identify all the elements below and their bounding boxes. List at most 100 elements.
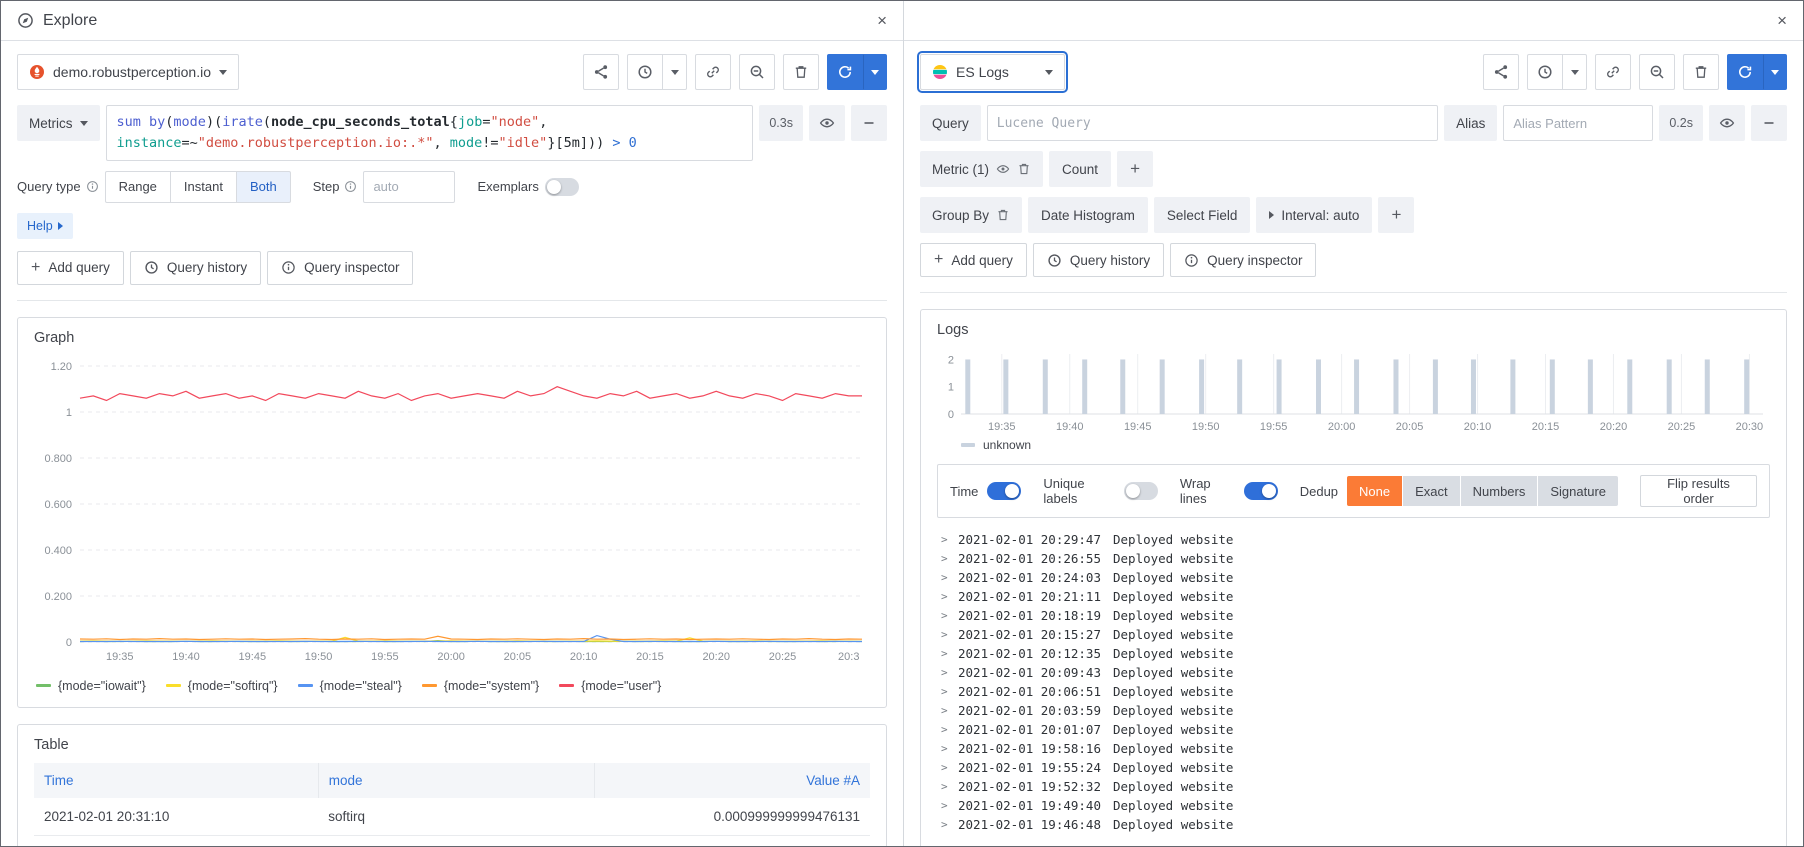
info-circle-icon [281, 260, 296, 275]
wrap-lines-toggle[interactable] [1244, 482, 1278, 500]
query-type-instant[interactable]: Instant [170, 171, 237, 203]
time-toggle[interactable] [987, 482, 1021, 500]
expand-chevron-icon: > [941, 644, 958, 663]
metrics-dropdown[interactable]: Metrics [17, 105, 100, 141]
log-row[interactable]: >2021-02-01 20:01:07Deployed website [937, 720, 1770, 739]
run-query-button[interactable] [827, 54, 863, 90]
log-row[interactable]: >2021-02-01 20:03:59Deployed website [937, 701, 1770, 720]
datasource-picker-left[interactable]: demo.robustperception.io [17, 54, 239, 90]
disable-query-button[interactable] [1709, 105, 1745, 141]
legend-item[interactable]: {mode="user"} [559, 679, 661, 693]
run-query-interval-caret[interactable] [1763, 54, 1787, 90]
share-button[interactable] [583, 54, 619, 90]
dedup-numbers-button[interactable]: Numbers [1461, 476, 1538, 506]
zoom-out-button[interactable] [1639, 54, 1675, 90]
metric-count-dropdown[interactable]: Count [1049, 151, 1111, 187]
query-label: Query [920, 105, 981, 141]
clear-all-button[interactable] [783, 54, 819, 90]
column-header-value[interactable]: Value #A [594, 763, 870, 798]
clear-all-button[interactable] [1683, 54, 1719, 90]
log-row[interactable]: >2021-02-01 20:15:27Deployed website [937, 625, 1770, 644]
dedup-signature-button[interactable]: Signature [1538, 476, 1618, 506]
log-row[interactable]: >2021-02-01 19:55:24Deployed website [937, 758, 1770, 777]
svg-text:1: 1 [948, 382, 954, 394]
add-metric-button[interactable]: + [1117, 151, 1153, 187]
date-histogram-dropdown[interactable]: Date Histogram [1028, 197, 1148, 233]
query-history-button[interactable]: Query history [130, 251, 261, 285]
remove-query-button[interactable] [1751, 105, 1787, 141]
legend-item[interactable]: {mode="iowait"} [36, 679, 146, 693]
query-type-range[interactable]: Range [105, 171, 171, 203]
sync-icon [1737, 64, 1753, 80]
group-by-delete-icon[interactable] [996, 208, 1010, 222]
unique-labels-toggle[interactable] [1124, 482, 1158, 500]
promql-query-input[interactable]: sum by(mode)(irate(node_cpu_seconds_tota… [106, 105, 754, 161]
prometheus-icon [29, 64, 45, 80]
expand-chevron-icon: > [941, 663, 958, 682]
log-row[interactable]: >2021-02-01 19:49:40Deployed website [937, 796, 1770, 815]
column-header-mode[interactable]: mode [318, 763, 594, 798]
time-picker-button[interactable] [627, 54, 663, 90]
zoom-out-button[interactable] [739, 54, 775, 90]
log-row[interactable]: >2021-02-01 20:09:43Deployed website [937, 663, 1770, 682]
exemplars-toggle[interactable] [545, 178, 579, 196]
flip-results-order-button[interactable]: Flip results order [1640, 475, 1757, 507]
remove-query-button[interactable] [851, 105, 887, 141]
legend-item[interactable]: {mode="system"} [422, 679, 539, 693]
logs-panel: Logs 19:3519:4019:4519:5019:5520:0020:05… [920, 309, 1787, 846]
dedup-none-button[interactable]: None [1347, 476, 1402, 506]
query-inspector-button[interactable]: Query inspector [1170, 243, 1316, 277]
legend-item[interactable]: {mode="softirq"} [166, 679, 278, 693]
log-row[interactable]: >2021-02-01 20:29:47Deployed website [937, 530, 1770, 549]
svg-text:20:20: 20:20 [702, 651, 730, 663]
legend-label[interactable]: unknown [983, 438, 1031, 452]
interval-dropdown[interactable]: Interval: auto [1256, 197, 1372, 233]
link-button[interactable] [695, 54, 731, 90]
dedup-exact-button[interactable]: Exact [1403, 476, 1460, 506]
step-input[interactable] [363, 171, 455, 203]
add-query-button[interactable]: + Add query [920, 243, 1027, 277]
metric-visibility-icon[interactable] [996, 162, 1010, 176]
left-toolbar: demo.robustperception.io [17, 54, 887, 90]
close-left-pane-icon[interactable]: × [877, 12, 887, 29]
select-field-dropdown[interactable]: Select Field [1154, 197, 1251, 233]
svg-text:19:40: 19:40 [172, 651, 200, 663]
table-row: 2021-02-01 20:31:10steal0.00199999999895… [34, 835, 870, 846]
minus-icon [861, 115, 877, 131]
log-row[interactable]: >2021-02-01 19:52:32Deployed website [937, 777, 1770, 796]
expand-chevron-icon: > [941, 682, 958, 701]
run-query-interval-caret[interactable] [863, 54, 887, 90]
log-row[interactable]: >2021-02-01 20:26:55Deployed website [937, 549, 1770, 568]
log-row[interactable]: >2021-02-01 20:12:35Deployed website [937, 644, 1770, 663]
disable-query-button[interactable] [809, 105, 845, 141]
datasource-picker-right[interactable]: ES Logs [920, 54, 1065, 90]
log-row[interactable]: >2021-02-01 20:24:03Deployed website [937, 568, 1770, 587]
log-row[interactable]: >2021-02-01 20:21:11Deployed website [937, 587, 1770, 606]
time-series-chart[interactable]: 1.2010.8000.6000.4000.200019:3519:4019:4… [34, 356, 870, 668]
alias-input[interactable] [1503, 105, 1653, 141]
query-type-both[interactable]: Both [236, 171, 291, 203]
log-row[interactable]: >2021-02-01 19:58:16Deployed website [937, 739, 1770, 758]
logs-histogram[interactable]: 19:3519:4019:4519:5019:5520:0020:0520:10… [937, 348, 1773, 436]
log-row[interactable]: >2021-02-01 20:06:51Deployed website [937, 682, 1770, 701]
log-row[interactable]: >2021-02-01 20:18:19Deployed website [937, 606, 1770, 625]
time-picker-button[interactable] [1527, 54, 1563, 90]
share-button[interactable] [1483, 54, 1519, 90]
lucene-query-input[interactable] [987, 105, 1438, 141]
log-row[interactable]: >2021-02-01 19:46:48Deployed website [937, 815, 1770, 834]
run-query-button[interactable] [1727, 54, 1763, 90]
add-group-by-button[interactable]: + [1378, 197, 1414, 233]
time-picker-caret[interactable] [1563, 54, 1587, 90]
help-link[interactable]: Help [17, 213, 73, 239]
query-inspector-button[interactable]: Query inspector [267, 251, 413, 285]
column-header-time[interactable]: Time [34, 763, 318, 798]
add-query-button[interactable]: + Add query [17, 251, 124, 285]
svg-text:19:35: 19:35 [988, 421, 1016, 433]
legend-item[interactable]: {mode="steal"} [298, 679, 402, 693]
expand-chevron-icon: > [941, 739, 958, 758]
query-history-button[interactable]: Query history [1033, 243, 1164, 277]
close-right-pane-icon[interactable]: × [1777, 12, 1787, 29]
metric-delete-icon[interactable] [1017, 162, 1031, 176]
time-picker-caret[interactable] [663, 54, 687, 90]
link-button[interactable] [1595, 54, 1631, 90]
